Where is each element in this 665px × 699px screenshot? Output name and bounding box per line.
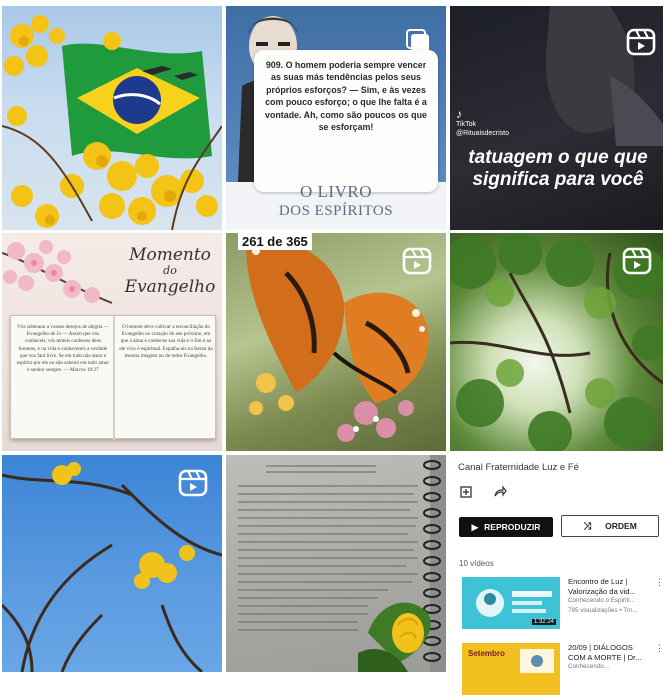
script-line1: Momento xyxy=(129,245,211,265)
script-line3: Evangelho xyxy=(124,277,216,297)
post-tile-sky-flowers[interactable] xyxy=(2,455,222,672)
more-options-icon[interactable]: ⋮ xyxy=(655,577,664,588)
book-title-line1: O LIVRO xyxy=(300,182,372,201)
day-counter-label: 261 de 365 xyxy=(238,233,312,250)
tiktok-caption: tatuagem o que que significa para você xyxy=(468,147,648,190)
reels-icon xyxy=(626,28,656,56)
book-page-left: Vós soberano a vossos desejos de alegria… xyxy=(16,324,110,374)
more-options-icon[interactable]: ⋮ xyxy=(655,643,664,654)
video-thumbnail: Setembro xyxy=(462,643,560,695)
shuffle-icon: ⤨ xyxy=(583,520,592,532)
book-page-right: O homem deve cultivar a reconciliação do… xyxy=(119,324,213,359)
script-title: Momento do Evangelho xyxy=(120,245,220,297)
video-count: 10 vídeos xyxy=(459,559,494,568)
post-tile-momento-do-evangelho[interactable]: Momento do Evangelho Vós soberano a voss… xyxy=(2,233,222,451)
yellow-rose xyxy=(358,602,431,672)
person-photo xyxy=(545,6,663,146)
play-all-button[interactable]: ▶ REPRODUZIR xyxy=(459,517,553,537)
tiktok-handle: @Rituaisdecristo xyxy=(456,130,510,137)
cherry-blossom-branch xyxy=(2,240,113,304)
video-meta: 20/09 | DIÁLOGOS COM A MORTE | Dr... Con… xyxy=(568,643,652,672)
video-meta: Encontro de Luz | Valorização da vid... … xyxy=(568,577,652,615)
image-grid: 909. O homem poderia sempre vencer as su… xyxy=(0,0,665,695)
tiktok-watermark: ♪ TikTok @Rituaisdecristo xyxy=(456,108,509,138)
video-title[interactable]: Encontro de Luz | Valorização da vid... xyxy=(568,577,652,596)
post-tile-tiktok-tatuagem[interactable]: ♪ TikTok @Rituaisdecristo tatuagem o que… xyxy=(450,6,663,230)
thumbnail-label: Setembro xyxy=(468,649,505,658)
play-icon: ▶ xyxy=(471,521,479,532)
channel-name[interactable]: Canal Fraternidade Luz e Fé xyxy=(458,462,579,473)
video-channel: Conhecendo o Espiriti... xyxy=(568,597,635,605)
reels-icon xyxy=(178,469,208,497)
post-tile-notebook-rose[interactable] xyxy=(226,455,446,672)
shuffle-order-button[interactable]: ⤨ ORDEM xyxy=(561,515,659,537)
play-all-label: REPRODUZIR xyxy=(484,522,541,532)
video-stats: 785 visualizações • Trn... xyxy=(568,606,638,614)
quote-text: 909. O homem poderia sempre vencer as su… xyxy=(254,50,438,192)
post-tile-brazil-flag[interactable] xyxy=(2,6,222,230)
tiktok-label: TikTok xyxy=(456,121,476,128)
tiktok-icon: ♪ xyxy=(456,107,462,121)
brazil-flag-illustration xyxy=(2,15,222,230)
video-duration: 1:32:24 xyxy=(531,619,556,625)
video-title[interactable]: 20/09 | DIÁLOGOS COM A MORTE | Dr... xyxy=(568,643,652,662)
playlist-panel: Canal Fraternidade Luz e Fé ▶ REPRODUZIR… xyxy=(450,455,665,695)
reels-icon xyxy=(622,247,652,275)
shuffle-order-label: ORDEM xyxy=(605,521,637,531)
playlist-video-item[interactable]: 1:32:24 Encontro de Luz | Valorização da… xyxy=(462,577,664,633)
post-tile-tree-canopy[interactable] xyxy=(450,233,663,451)
script-line2: do xyxy=(163,264,177,277)
open-book: Vós soberano a vossos desejos de alegria… xyxy=(10,315,216,440)
playlist-video-item[interactable]: Setembro 20/09 | DIÁLOGOS COM A MORTE | … xyxy=(462,643,664,699)
add-to-queue-icon[interactable] xyxy=(459,485,473,499)
post-tile-livro-dos-espiritos[interactable]: 909. O homem poderia sempre vencer as su… xyxy=(226,6,446,230)
video-thumbnail: 1:32:24 xyxy=(462,577,560,629)
video-stats: Conhecendo... xyxy=(568,663,609,671)
book-spine xyxy=(113,316,115,440)
post-tile-butterfly[interactable]: 261 de 365 xyxy=(226,233,446,451)
share-icon[interactable] xyxy=(493,485,507,499)
reels-icon xyxy=(402,247,432,275)
book-title-line2: DOS ESPÍRITOS xyxy=(278,203,394,219)
